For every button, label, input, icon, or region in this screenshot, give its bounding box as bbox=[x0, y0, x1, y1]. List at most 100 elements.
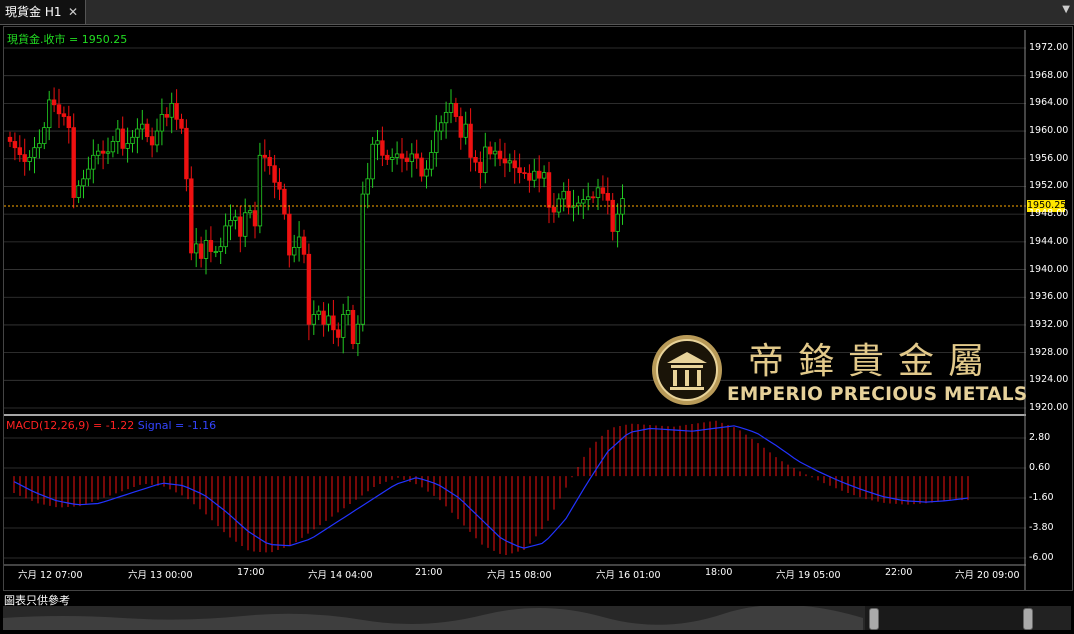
candle-body bbox=[522, 172, 527, 175]
candle-body bbox=[179, 118, 184, 129]
candle-body bbox=[507, 160, 512, 164]
candle-body bbox=[380, 140, 385, 156]
candles bbox=[7, 87, 625, 357]
candle-body bbox=[42, 127, 47, 144]
candle-body bbox=[600, 187, 606, 194]
candle-body bbox=[551, 206, 557, 213]
candle-body bbox=[198, 243, 204, 259]
candle-body bbox=[375, 140, 380, 145]
time-tick-label: 21:00 bbox=[415, 567, 443, 578]
price-tick-label: 1960.00 bbox=[1029, 125, 1069, 137]
price-tick-label: 1948.00 bbox=[1029, 208, 1069, 220]
candle-body bbox=[355, 323, 361, 345]
candle-body bbox=[115, 128, 120, 142]
candle-body bbox=[301, 236, 307, 255]
candle-body bbox=[429, 152, 434, 170]
candle-body bbox=[218, 246, 223, 252]
candle-body bbox=[517, 167, 522, 174]
signal-value: Signal = -1.16 bbox=[137, 419, 217, 432]
price-tick-label: 1940.00 bbox=[1029, 263, 1069, 275]
time-tick-label: 六月 12 07:00 bbox=[18, 570, 83, 581]
candle-body bbox=[130, 136, 135, 144]
candle-body bbox=[483, 146, 488, 174]
candle-body bbox=[164, 114, 169, 118]
range-handle-right[interactable] bbox=[1023, 608, 1033, 630]
candle-body bbox=[306, 253, 312, 325]
price-tick-label: 1924.00 bbox=[1029, 374, 1069, 386]
candle-body bbox=[135, 128, 140, 138]
candle-body bbox=[169, 102, 174, 118]
candle-body bbox=[203, 240, 209, 259]
candle-body bbox=[252, 210, 258, 227]
macd-signal-line bbox=[13, 425, 969, 549]
macd-tick-label: -1.60 bbox=[1029, 492, 1054, 503]
candle-body bbox=[385, 154, 390, 160]
time-tick-label: 六月 15 08:00 bbox=[487, 570, 552, 581]
candle-body bbox=[76, 185, 81, 198]
candle-body bbox=[615, 213, 620, 232]
candle-body bbox=[336, 329, 341, 338]
price-tick-label: 1944.00 bbox=[1029, 235, 1069, 247]
candle-body bbox=[586, 196, 591, 201]
logo-chinese-text: 帝鋒貴金屬 bbox=[748, 341, 999, 382]
candle-body bbox=[277, 181, 282, 190]
candle-body bbox=[174, 102, 179, 120]
candle-body bbox=[37, 143, 42, 149]
price-tick-label: 1928.00 bbox=[1029, 346, 1069, 358]
time-tick-label: 22:00 bbox=[885, 567, 913, 578]
candle-body bbox=[71, 127, 76, 198]
candle-body bbox=[473, 156, 478, 163]
candle-body bbox=[345, 309, 351, 315]
candle-body bbox=[17, 147, 22, 156]
candle-body bbox=[370, 143, 375, 180]
candle-body bbox=[120, 128, 125, 149]
candle-body bbox=[561, 190, 566, 200]
chart-svg[interactable] bbox=[0, 0, 1074, 632]
time-tick-label: 六月 16 01:00 bbox=[596, 570, 661, 581]
candle-body bbox=[443, 111, 449, 124]
candle-body bbox=[238, 216, 243, 237]
candle-body bbox=[287, 213, 292, 256]
price-tick-label: 1920.00 bbox=[1029, 402, 1069, 413]
candle-body bbox=[257, 154, 263, 227]
candle-body bbox=[326, 315, 331, 325]
macd-tick-label: -6.00 bbox=[1029, 552, 1054, 563]
candle-body bbox=[144, 123, 150, 138]
candle-body bbox=[453, 102, 459, 117]
candle-body bbox=[424, 168, 429, 177]
candle-body bbox=[32, 147, 37, 158]
candle-body bbox=[208, 240, 214, 252]
candle-body bbox=[350, 309, 356, 345]
candle-body bbox=[96, 150, 101, 156]
candle-body bbox=[414, 153, 419, 159]
candle-body bbox=[184, 127, 189, 180]
macd-tick-label: 2.80 bbox=[1029, 432, 1051, 443]
candle-body bbox=[189, 178, 194, 254]
candle-body bbox=[12, 141, 18, 149]
price-tick-label: 1972.00 bbox=[1029, 42, 1069, 53]
candle-body bbox=[541, 172, 547, 179]
candle-body bbox=[22, 154, 27, 162]
candle-body bbox=[47, 99, 52, 129]
candle-body bbox=[512, 160, 517, 169]
emperio-logo-icon bbox=[652, 335, 722, 405]
price-tick-label: 1968.00 bbox=[1029, 69, 1069, 81]
candle-body bbox=[223, 225, 228, 248]
candle-body bbox=[159, 114, 165, 132]
candle-body bbox=[291, 246, 297, 256]
close-price-legend: 現貨金.收市 = 1950.25 bbox=[7, 33, 128, 46]
candle-body bbox=[434, 130, 439, 153]
candle-body bbox=[590, 196, 596, 199]
price-tick-label: 1952.00 bbox=[1029, 180, 1069, 192]
macd-histogram bbox=[13, 420, 969, 556]
candle-body bbox=[404, 157, 410, 162]
candle-body bbox=[566, 190, 571, 208]
candle-body bbox=[532, 170, 537, 181]
range-handle-left[interactable] bbox=[869, 608, 879, 630]
navigator-preview bbox=[3, 604, 1028, 630]
candle-body bbox=[51, 99, 57, 106]
time-tick-label: 六月 14 04:00 bbox=[308, 570, 373, 581]
candle-body bbox=[242, 212, 248, 237]
navigator-scrollbar[interactable] bbox=[3, 604, 1071, 630]
candle-body bbox=[262, 154, 267, 158]
